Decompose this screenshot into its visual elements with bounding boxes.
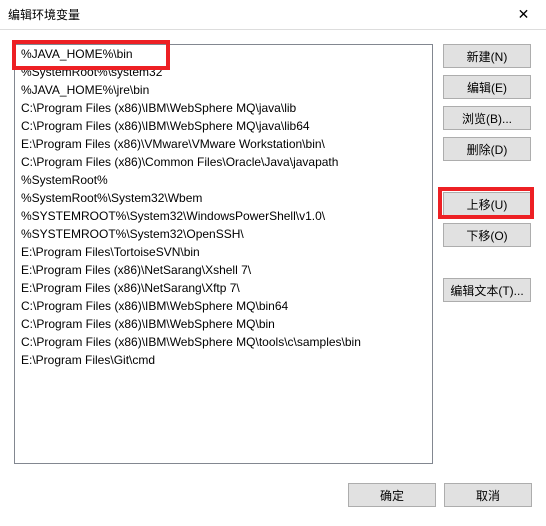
list-item[interactable]: %SYSTEMROOT%\System32\WindowsPowerShell\… xyxy=(15,207,432,225)
list-item[interactable]: %SystemRoot% xyxy=(15,171,432,189)
edit-button[interactable]: 编辑(E) xyxy=(443,75,531,99)
path-list: %JAVA_HOME%\bin%SystemRoot%\system32%JAV… xyxy=(15,45,432,369)
footer: 确定 取消 xyxy=(0,470,546,520)
list-item[interactable]: E:\Program Files (x86)\VMware\VMware Wor… xyxy=(15,135,432,153)
dialog-content: %JAVA_HOME%\bin%SystemRoot%\system32%JAV… xyxy=(0,30,546,470)
delete-button[interactable]: 删除(D) xyxy=(443,137,531,161)
titlebar: 编辑环境变量 ✕ xyxy=(0,0,546,30)
ok-button[interactable]: 确定 xyxy=(348,483,436,507)
list-item[interactable]: %JAVA_HOME%\bin xyxy=(15,45,432,63)
spacer xyxy=(443,254,534,278)
cancel-button[interactable]: 取消 xyxy=(444,483,532,507)
path-listbox[interactable]: %JAVA_HOME%\bin%SystemRoot%\system32%JAV… xyxy=(14,44,433,464)
list-item[interactable]: C:\Program Files (x86)\IBM\WebSphere MQ\… xyxy=(15,117,432,135)
list-item[interactable]: C:\Program Files (x86)\IBM\WebSphere MQ\… xyxy=(15,99,432,117)
list-item[interactable]: E:\Program Files (x86)\NetSarang\Xftp 7\ xyxy=(15,279,432,297)
list-item[interactable]: %JAVA_HOME%\jre\bin xyxy=(15,81,432,99)
list-item[interactable]: C:\Program Files (x86)\IBM\WebSphere MQ\… xyxy=(15,315,432,333)
moveup-button[interactable]: 上移(U) xyxy=(443,192,531,216)
list-item[interactable]: C:\Program Files (x86)\Common Files\Orac… xyxy=(15,153,432,171)
list-item[interactable]: C:\Program Files (x86)\IBM\WebSphere MQ\… xyxy=(15,297,432,315)
list-item[interactable]: E:\Program Files\TortoiseSVN\bin xyxy=(15,243,432,261)
new-button[interactable]: 新建(N) xyxy=(443,44,531,68)
list-wrap: %JAVA_HOME%\bin%SystemRoot%\system32%JAV… xyxy=(14,44,433,470)
moveup-container: 上移(U) xyxy=(443,192,534,223)
movedown-button[interactable]: 下移(O) xyxy=(443,223,531,247)
list-item[interactable]: %SYSTEMROOT%\System32\OpenSSH\ xyxy=(15,225,432,243)
spacer xyxy=(443,168,534,192)
close-button[interactable]: ✕ xyxy=(501,0,546,30)
window-title: 编辑环境变量 xyxy=(8,6,80,23)
list-item[interactable]: %SystemRoot%\system32 xyxy=(15,63,432,81)
list-item[interactable]: E:\Program Files (x86)\NetSarang\Xshell … xyxy=(15,261,432,279)
close-icon: ✕ xyxy=(518,6,530,23)
edittext-button[interactable]: 编辑文本(T)... xyxy=(443,278,531,302)
list-item[interactable]: %SystemRoot%\System32\Wbem xyxy=(15,189,432,207)
list-item[interactable]: C:\Program Files (x86)\IBM\WebSphere MQ\… xyxy=(15,333,432,351)
browse-button[interactable]: 浏览(B)... xyxy=(443,106,531,130)
list-item[interactable]: E:\Program Files\Git\cmd xyxy=(15,351,432,369)
button-column: 新建(N) 编辑(E) 浏览(B)... 删除(D) 上移(U) 下移(O) 编… xyxy=(443,44,534,470)
